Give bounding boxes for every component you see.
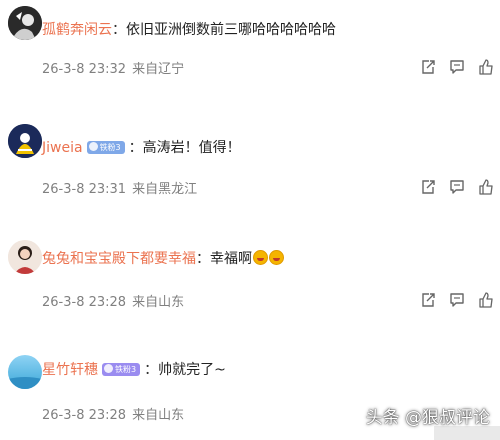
comment-icon[interactable] — [449, 179, 465, 195]
separator: ： — [112, 22, 126, 38]
fan-badge: 铁粉3 — [86, 141, 125, 154]
comment-header: Jiweia 铁粉3 ：高涛岩！值得！ — [42, 139, 241, 157]
separator: ： — [128, 140, 143, 156]
username-link[interactable]: 星竹轩穗 — [42, 362, 98, 378]
comment-item: 孤鹤奔闲云：依旧亚洲倒数前三哪哈哈哈哈哈哈 26-3-8 23:32 来自辽宁 — [0, 0, 500, 110]
timestamp: 26-3-8 23:28 — [42, 408, 127, 423]
fan-badge: 铁粉3 — [102, 363, 141, 376]
share-icon[interactable] — [420, 179, 436, 195]
location: 来自辽宁 — [132, 62, 185, 77]
comment-meta: 26-3-8 23:32 来自辽宁 — [42, 58, 190, 77]
comment-text: 依旧亚洲倒数前三哪哈哈哈哈哈哈 — [126, 22, 336, 38]
comment-header: 星竹轩穗 铁粉3 ：帅就完了~ — [42, 361, 226, 379]
avatar[interactable] — [8, 124, 42, 158]
comment-actions — [420, 292, 494, 308]
comment-text: 帅就完了~ — [158, 362, 226, 378]
avatar[interactable] — [8, 355, 42, 389]
like-icon[interactable] — [478, 179, 494, 195]
badge-icon — [104, 364, 113, 373]
comment-icon[interactable] — [449, 292, 465, 308]
timestamp: 26-3-8 23:31 — [42, 182, 127, 197]
watermark: 头条 @狠叔评论 — [365, 408, 490, 428]
separator: ： — [144, 362, 159, 378]
username-link[interactable]: Jiweia — [42, 140, 83, 156]
comment-actions — [420, 179, 494, 195]
share-icon[interactable] — [420, 59, 436, 75]
comment-text: 高涛岩！值得！ — [142, 140, 241, 156]
avatar[interactable] — [8, 6, 42, 40]
comment-item: 兔兔和宝宝殿下都要幸福：幸福啊 26-3-8 23:28 来自山东 — [0, 220, 500, 330]
comment-meta: 26-3-8 23:31 来自黑龙江 — [42, 178, 203, 197]
emoji-icon — [253, 250, 268, 265]
avatar[interactable] — [8, 240, 42, 274]
separator: ： — [196, 251, 210, 267]
comment-item: Jiweia 铁粉3 ：高涛岩！值得！ 26-3-8 23:31 来自黑龙江 — [0, 110, 500, 220]
location: 来自山东 — [132, 408, 185, 423]
corner-strip — [434, 426, 500, 440]
username-link[interactable]: 孤鹤奔闲云 — [42, 22, 112, 38]
badge-icon — [88, 142, 98, 151]
comment-icon[interactable] — [449, 59, 465, 75]
comment-header: 孤鹤奔闲云：依旧亚洲倒数前三哪哈哈哈哈哈哈 — [42, 21, 336, 39]
like-icon[interactable] — [478, 59, 494, 75]
location: 来自山东 — [132, 295, 185, 310]
timestamp: 26-3-8 23:32 — [42, 62, 127, 77]
comment-meta: 26-3-8 23:28 来自山东 — [42, 404, 190, 423]
comment-text: 幸福啊 — [210, 251, 252, 267]
comment-header: 兔兔和宝宝殿下都要幸福：幸福啊 — [42, 250, 284, 268]
emoji-icon — [269, 250, 284, 265]
comment-meta: 26-3-8 23:28 来自山东 — [42, 291, 190, 310]
comment-actions — [420, 59, 494, 75]
username-link[interactable]: 兔兔和宝宝殿下都要幸福 — [42, 251, 196, 267]
timestamp: 26-3-8 23:28 — [42, 295, 127, 310]
share-icon[interactable] — [420, 292, 436, 308]
like-icon[interactable] — [478, 292, 494, 308]
location: 来自黑龙江 — [132, 182, 198, 197]
